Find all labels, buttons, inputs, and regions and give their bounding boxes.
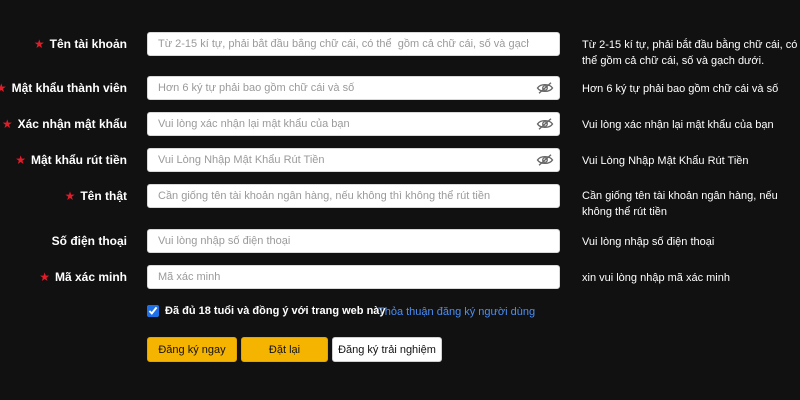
required-star-icon: ★ <box>39 270 50 284</box>
reset-button[interactable]: Đặt lại <box>241 337 328 362</box>
agree-text: Đã đủ 18 tuổi và đồng ý với trang web nà… <box>165 305 386 317</box>
trial-register-button[interactable]: Đăng ký trải nghiệm <box>332 337 442 362</box>
username-hint: Từ 2-15 kí tự, phải bắt đầu bằng chữ cái… <box>582 39 798 67</box>
required-star-icon: ★ <box>1 117 13 131</box>
verification-code-input[interactable] <box>147 265 560 289</box>
eye-slash-icon[interactable] <box>536 81 554 95</box>
required-star-icon: ★ <box>64 189 76 203</box>
verification-code-label: ★ Mã xác minh <box>39 270 127 284</box>
username-input[interactable] <box>147 32 560 56</box>
required-star-icon: ★ <box>15 153 26 167</box>
eye-slash-icon[interactable] <box>536 153 554 167</box>
agree-checkbox[interactable] <box>147 305 159 317</box>
register-button[interactable]: Đăng ký ngay <box>147 337 237 362</box>
phone-input[interactable] <box>147 229 560 253</box>
eye-slash-icon[interactable] <box>536 117 554 131</box>
confirm-password-input[interactable] <box>147 112 560 136</box>
real-name-hint: Cần giống tên tài khoản ngân hàng, nếu k… <box>582 190 778 218</box>
confirm-password-hint: Vui lòng xác nhận lại mật khẩu của bạn <box>582 119 774 131</box>
verification-code-hint: xin vui lòng nhập mã xác minh <box>582 272 730 284</box>
password-input[interactable] <box>147 76 560 100</box>
confirm-password-label: ★ Xác nhận mật khẩu <box>1 117 127 131</box>
withdraw-password-input[interactable] <box>147 148 560 172</box>
password-label: ★ Mật khẩu thành viên <box>0 81 127 95</box>
required-star-icon: ★ <box>33 37 45 51</box>
user-agreement-link[interactable]: Thỏa thuận đăng ký người dùng <box>378 306 535 318</box>
withdraw-password-hint: Vui Lòng Nhập Mật Khẩu Rút Tiền <box>582 155 749 167</box>
real-name-label: ★ Tên thật <box>64 189 127 203</box>
username-label: ★ Tên tài khoản <box>33 37 127 51</box>
real-name-input[interactable] <box>147 184 560 208</box>
required-star-icon: ★ <box>0 81 7 95</box>
phone-label: Số điện thoại <box>51 234 127 248</box>
agree-checkbox-row[interactable]: Đã đủ 18 tuổi và đồng ý với trang web nà… <box>147 305 386 317</box>
registration-form: ★ Tên tài khoản Từ 2-15 kí tự, phải bắt đ… <box>0 0 800 400</box>
withdraw-password-label: ★ Mật khẩu rút tiền <box>15 153 127 167</box>
phone-hint: Vui lòng nhập số điện thoại <box>582 236 715 248</box>
password-hint: Hơn 6 ký tự phải bao gồm chữ cái và số <box>582 83 779 95</box>
